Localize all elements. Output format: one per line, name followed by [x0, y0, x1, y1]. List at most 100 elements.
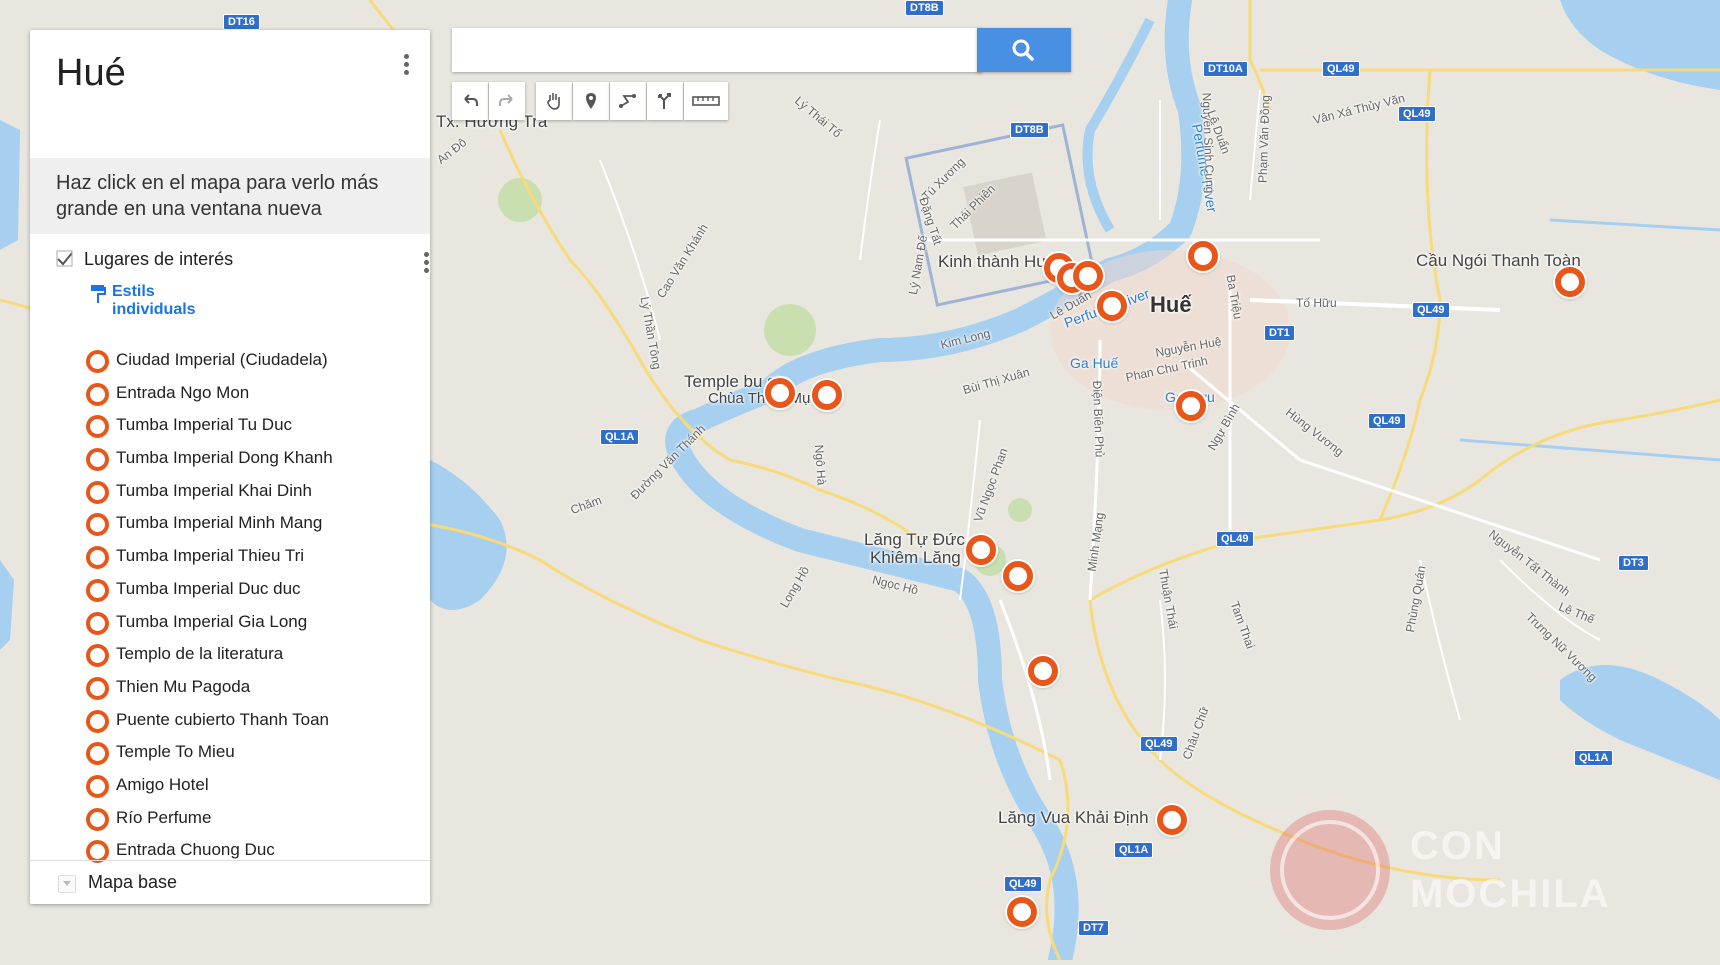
pan-hand-button[interactable] — [536, 82, 572, 120]
route-shield: DT8B — [1010, 122, 1049, 138]
place-list-item[interactable]: Amigo Hotel — [86, 774, 416, 808]
place-list-item[interactable]: Thien Mu Pagoda — [86, 676, 416, 710]
basemap-toggle[interactable]: Mapa base — [58, 872, 418, 896]
map-marker[interactable] — [1073, 261, 1103, 291]
place-name: Tumba Imperial Minh Mang — [116, 513, 323, 533]
place-name: Tumba Imperial Tu Duc — [116, 415, 293, 435]
place-list-item[interactable]: Tumba Imperial Thieu Tri — [86, 546, 416, 579]
place-marker-icon — [86, 480, 109, 504]
route-shield: QL49 — [1140, 736, 1178, 752]
directions-icon — [658, 93, 671, 109]
place-list-item[interactable]: Entrada Ngo Mon — [86, 382, 416, 416]
place-list-item[interactable]: Puente cubierto Thanh Toan — [86, 709, 416, 743]
watermark-logo: CON MOCHILA — [1410, 824, 1611, 916]
map-marker[interactable] — [1007, 897, 1037, 927]
layer-name[interactable]: Lugares de interés — [84, 249, 233, 270]
street-label: Ngô Hà — [811, 444, 829, 486]
place-marker-icon — [86, 807, 109, 831]
map-marker[interactable] — [1003, 561, 1033, 591]
place-list-item[interactable]: Tumba Imperial Duc duc — [86, 578, 416, 612]
place-list-item[interactable]: Tumba Imperial Tu Duc — [86, 415, 416, 448]
map-marker[interactable] — [1188, 241, 1218, 271]
map-marker[interactable] — [1157, 805, 1187, 835]
map-title: Hué — [56, 52, 126, 94]
place-marker-icon — [86, 676, 109, 700]
place-list-item[interactable]: Entrada Chuong Duc — [86, 840, 416, 873]
draw-line-icon — [619, 94, 636, 108]
map-legend-panel: Hué Haz click en el mapa para verlo más … — [30, 30, 430, 904]
place-list-item[interactable]: Tumba Imperial Minh Mang — [86, 513, 416, 546]
street-label: Tố Hữu — [1296, 296, 1337, 310]
map-marker[interactable] — [1176, 391, 1206, 421]
place-list-item[interactable]: Tumba Imperial Gia Long — [86, 611, 416, 645]
place-list-item[interactable]: Río Perfume — [86, 807, 416, 841]
route-shield: QL49 — [1216, 531, 1254, 547]
ruler-button[interactable] — [684, 82, 728, 120]
map-marker[interactable] — [966, 535, 996, 565]
route-shield: QL49 — [1004, 876, 1042, 892]
map-marker[interactable] — [1097, 291, 1127, 321]
redo-button[interactable] — [489, 82, 525, 120]
place-list-item[interactable]: Tumba Imperial Dong Khanh — [86, 448, 416, 481]
place-list-item[interactable]: Temple To Mieu — [86, 742, 416, 775]
route-shield: QL1A — [1574, 750, 1614, 766]
place-name: Ciudad Imperial (Ciudadela) — [116, 350, 328, 369]
paint-roller-icon — [91, 285, 106, 303]
place-marker-icon — [86, 546, 109, 570]
place-marker-icon — [86, 415, 109, 439]
place-name: Río Perfume — [116, 807, 212, 827]
street-label: Điện Biên Phủ — [1090, 380, 1107, 458]
map-description: Haz click en el mapa para verlo más gran… — [30, 158, 430, 234]
add-marker-button[interactable] — [573, 82, 609, 120]
map-options-menu-icon[interactable] — [404, 54, 410, 78]
map-description-text: Haz click en el mapa para verlo más gran… — [56, 172, 379, 220]
place-name: Thien Mu Pagoda — [116, 676, 251, 696]
place-marker-icon — [86, 578, 109, 602]
place-name: Tumba Imperial Gia Long — [116, 611, 308, 631]
route-shield: QL49 — [1398, 106, 1436, 122]
map-marker[interactable] — [1555, 267, 1585, 297]
map-marker[interactable] — [1028, 656, 1058, 686]
route-shield: DT3 — [1618, 555, 1649, 571]
place-marker-icon — [86, 709, 109, 733]
place-name: Temple To Mieu — [116, 742, 235, 762]
expand-arrow-icon — [58, 875, 76, 893]
map-marker[interactable] — [765, 378, 795, 408]
place-marker-icon — [86, 611, 109, 635]
place-marker-icon — [86, 382, 109, 406]
place-marker-icon — [86, 448, 109, 472]
places-list: Ciudad Imperial (Ciudadela) Entrada Ngo M… — [86, 350, 416, 873]
tomb-tu-duc-label: Lăng Tự Đức — [864, 530, 965, 549]
add-marker-icon — [586, 93, 596, 109]
place-name: Entrada Ngo Mon — [116, 382, 250, 402]
layer-options-menu-icon[interactable] — [424, 252, 430, 276]
layer-visibility-checkbox[interactable] — [56, 250, 74, 268]
divider — [30, 860, 430, 861]
city-label: Huế — [1150, 292, 1192, 317]
route-shield: DT7 — [1078, 920, 1109, 936]
place-name: Puente cubierto Thanh Toan — [116, 709, 329, 729]
search-input[interactable] — [452, 28, 982, 72]
place-name: Tumba Imperial Dong Khanh — [116, 448, 333, 468]
directions-button[interactable] — [647, 82, 683, 120]
search-icon — [1012, 39, 1034, 61]
basemap-label: Mapa base — [88, 872, 178, 892]
place-name: Tumba Imperial Duc duc — [116, 578, 301, 598]
place-marker-icon — [86, 513, 109, 537]
place-marker-icon — [86, 774, 109, 798]
route-shield: DT10A — [1203, 61, 1248, 77]
place-marker-icon — [86, 742, 109, 766]
draw-line-button[interactable] — [610, 82, 646, 120]
redo-icon — [499, 94, 513, 106]
search-button[interactable] — [977, 28, 1071, 72]
place-list-item[interactable]: Templo de la literatura — [86, 644, 416, 677]
route-shield: QL1A — [1114, 842, 1154, 858]
undo-button[interactable] — [452, 82, 488, 120]
tomb-khai-dinh-label: Lăng Vua Khải Định — [998, 808, 1149, 827]
station-label: Ga Huế — [1070, 355, 1119, 371]
pan-hand-icon — [547, 93, 560, 110]
map-marker[interactable] — [812, 380, 842, 410]
place-list-item[interactable]: Ciudad Imperial (Ciudadela) — [86, 350, 416, 383]
place-name: Entrada Chuong Duc — [116, 840, 275, 860]
place-list-item[interactable]: Tumba Imperial Khai Dinh — [86, 480, 416, 514]
